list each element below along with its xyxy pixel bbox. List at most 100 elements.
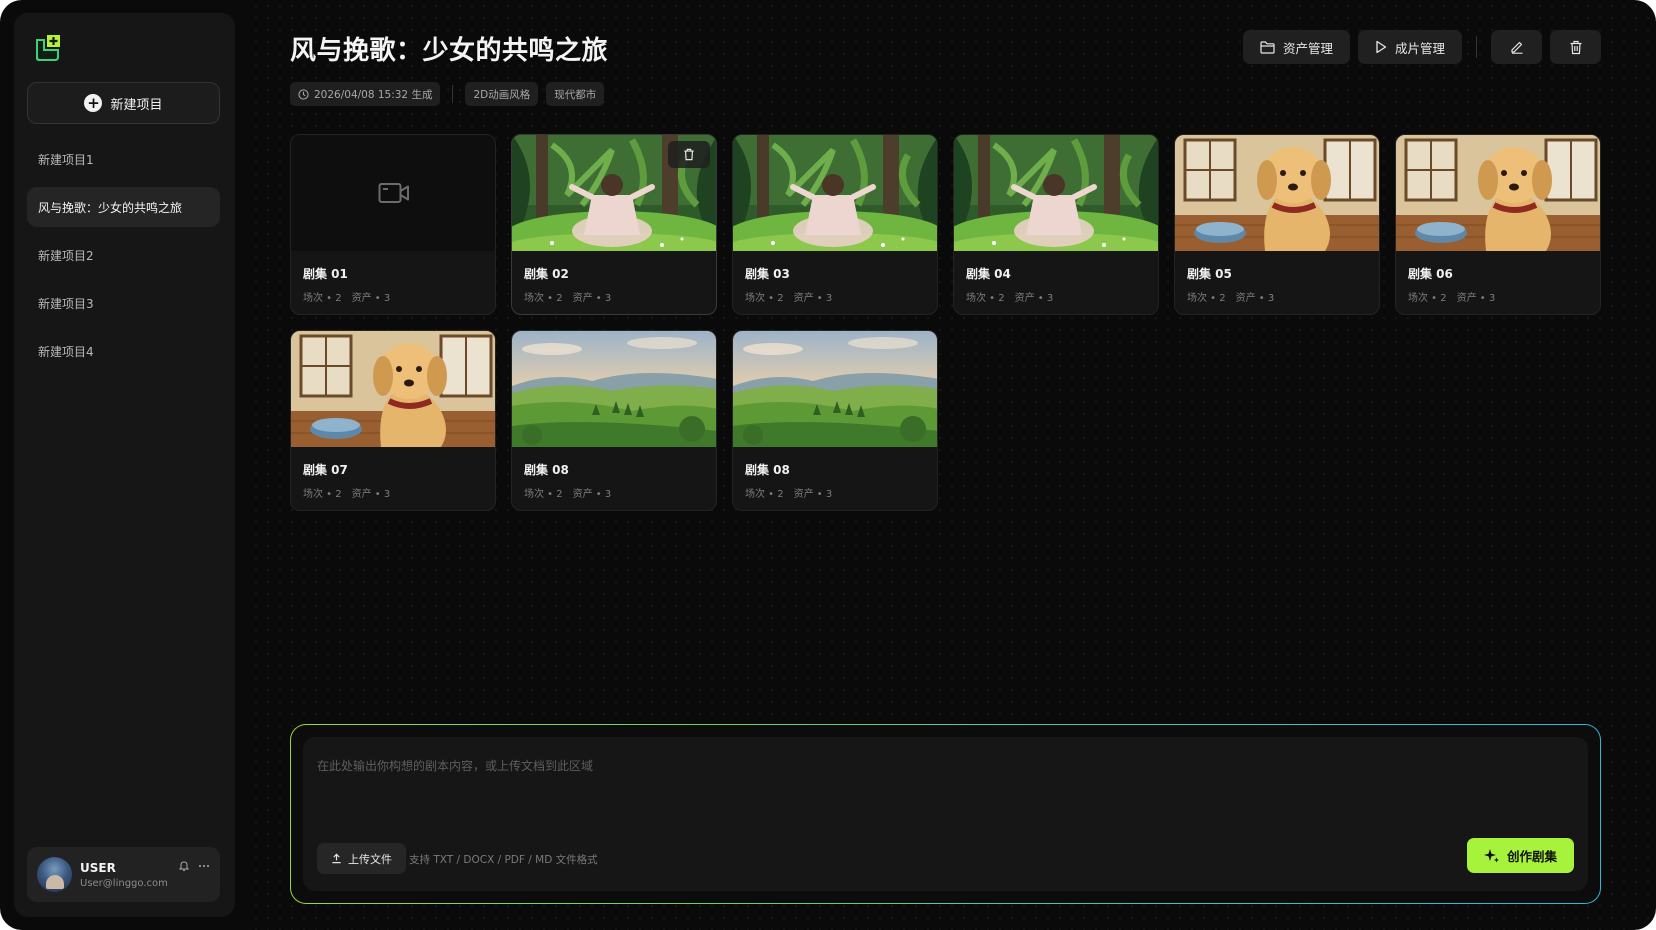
film-management-label: 成片管理 xyxy=(1394,40,1445,56)
film-management-button[interactable]: 成片管理 xyxy=(1357,30,1462,64)
episode-scene-count: 场次 • 2 xyxy=(745,293,784,304)
divider xyxy=(1476,36,1477,58)
upload-file-label: 上传文件 xyxy=(348,852,392,866)
project-item[interactable]: 新建项目3 xyxy=(27,283,220,323)
project-item[interactable]: 新建项目2 xyxy=(27,235,220,275)
project-item[interactable]: 新建项目4 xyxy=(27,331,220,371)
generated-time-badge: 2026/04/08 15:32 生成 xyxy=(290,82,441,106)
create-episode-button[interactable]: 创作剧集 xyxy=(1467,838,1574,873)
episode-scene-count: 场次 • 2 xyxy=(524,293,563,304)
new-project-button[interactable]: + 新建项目 xyxy=(27,82,220,124)
episode-card[interactable]: 剧集 01 场次 • 2 资产 • 3 xyxy=(290,134,496,315)
user-card[interactable]: USER User@linggo.com xyxy=(27,847,220,902)
episode-title: 剧集 08 xyxy=(745,463,790,477)
asset-management-label: 资产管理 xyxy=(1282,40,1333,56)
episode-title: 剧集 03 xyxy=(745,267,790,281)
episode-thumbnail xyxy=(733,331,937,447)
episode-asset-count: 资产 • 3 xyxy=(1014,293,1054,304)
plus-circle-icon: + xyxy=(84,94,103,112)
episode-asset-count: 资产 • 3 xyxy=(1235,293,1275,304)
folder-icon xyxy=(1260,40,1275,54)
project-item[interactable]: 新建项目1 xyxy=(27,139,220,179)
episode-scene-count: 场次 • 2 xyxy=(745,489,784,500)
episode-thumbnail xyxy=(291,135,495,251)
project-meta: 2026/04/08 15:32 生成 2D动画风格 现代都市 xyxy=(290,82,605,106)
trash-icon xyxy=(1570,40,1581,54)
episode-card[interactable]: 剧集 05 场次 • 2 资产 • 3 xyxy=(1174,134,1380,315)
create-episode-label: 创作剧集 xyxy=(1506,849,1557,864)
episode-scene-count: 场次 • 2 xyxy=(1408,293,1447,304)
project-item-label: 新建项目4 xyxy=(38,344,94,359)
script-input[interactable] xyxy=(317,751,1517,781)
avatar xyxy=(37,857,72,892)
episode-card[interactable]: 剧集 04 场次 • 2 资产 • 3 xyxy=(953,134,1159,315)
page-title: 风与挽歌：少女的共鸣之旅 xyxy=(290,36,609,66)
episode-card[interactable]: 剧集 02 场次 • 2 资产 • 3 xyxy=(511,134,717,315)
episode-thumbnail xyxy=(291,331,495,447)
episode-asset-count: 资产 • 3 xyxy=(351,293,391,304)
generated-time: 2026/04/08 15:32 生成 xyxy=(314,88,433,101)
episode-title: 剧集 04 xyxy=(966,267,1011,281)
episode-title: 剧集 08 xyxy=(524,463,569,477)
episode-scene-count: 场次 • 2 xyxy=(303,293,342,304)
episode-card[interactable]: 剧集 03 场次 • 2 资产 • 3 xyxy=(732,134,938,315)
setting-tag-label: 现代都市 xyxy=(554,88,597,101)
style-tag: 2D动画风格 xyxy=(465,82,539,106)
project-item-label: 风与挽歌：少女的共鸣之旅 xyxy=(38,200,183,215)
episode-card[interactable]: 剧集 06 场次 • 2 资产 • 3 xyxy=(1395,134,1601,315)
episode-card[interactable]: 剧集 08 场次 • 2 资产 • 3 xyxy=(732,330,938,511)
episode-scene-count: 场次 • 2 xyxy=(1187,293,1226,304)
project-item-label: 新建项目3 xyxy=(38,296,94,311)
episode-grid: 剧集 01 场次 • 2 资产 • 3 剧集 02 场次 • 2 资产 • 3 xyxy=(290,134,1602,511)
episode-asset-count: 资产 • 3 xyxy=(572,489,612,500)
episode-title: 剧集 06 xyxy=(1408,267,1453,281)
episode-scene-count: 场次 • 2 xyxy=(524,489,563,500)
episode-asset-count: 资产 • 3 xyxy=(793,293,833,304)
upload-icon xyxy=(332,853,341,864)
episode-thumbnail xyxy=(1396,135,1600,251)
episode-thumbnail xyxy=(954,135,1158,251)
upload-format-hint: 支持 TXT / DOCX / PDF / MD 文件格式 xyxy=(409,854,598,866)
episode-title: 剧集 07 xyxy=(303,463,348,477)
header-actions: 资产管理 成片管理 xyxy=(1242,30,1601,64)
episode-card[interactable]: 剧集 08 场次 • 2 资产 • 3 xyxy=(511,330,717,511)
episode-asset-count: 资产 • 3 xyxy=(793,489,833,500)
style-tag-label: 2D动画风格 xyxy=(473,88,531,101)
upload-file-button[interactable]: 上传文件 xyxy=(317,843,406,874)
asset-management-button[interactable]: 资产管理 xyxy=(1242,30,1350,64)
video-placeholder-icon xyxy=(378,183,409,203)
more-icon[interactable] xyxy=(198,860,210,875)
app-window: + 新建项目 新建项目1 风与挽歌：少女的共鸣之旅 新建项目2 新建项目3 新建… xyxy=(0,0,1656,930)
trash-icon xyxy=(684,148,694,161)
episode-asset-count: 资产 • 3 xyxy=(1456,293,1496,304)
project-list: 新建项目1 风与挽歌：少女的共鸣之旅 新建项目2 新建项目3 新建项目4 xyxy=(27,139,220,379)
clock-icon xyxy=(298,88,309,100)
episode-scene-count: 场次 • 2 xyxy=(966,293,1005,304)
episode-asset-count: 资产 • 3 xyxy=(572,293,612,304)
project-item-label: 新建项目1 xyxy=(38,152,94,167)
episode-title: 剧集 02 xyxy=(524,267,569,281)
divider xyxy=(452,85,454,103)
project-item-active[interactable]: 风与挽歌：少女的共鸣之旅 xyxy=(27,187,220,227)
user-name: USER xyxy=(80,860,116,875)
episode-scene-count: 场次 • 2 xyxy=(303,489,342,500)
sparkle-icon xyxy=(1483,848,1499,862)
play-icon xyxy=(1376,40,1387,54)
project-item-label: 新建项目2 xyxy=(38,248,94,263)
episode-title: 剧集 05 xyxy=(1187,267,1232,281)
episode-thumbnail xyxy=(733,135,937,251)
setting-tag: 现代都市 xyxy=(546,82,605,106)
app-logo-icon xyxy=(36,35,60,61)
episode-asset-count: 资产 • 3 xyxy=(351,489,391,500)
sidebar: + 新建项目 新建项目1 风与挽歌：少女的共鸣之旅 新建项目2 新建项目3 新建… xyxy=(14,13,235,917)
pencil-icon xyxy=(1510,41,1522,54)
episode-title: 剧集 01 xyxy=(303,267,348,281)
user-email: User@linggo.com xyxy=(80,877,168,889)
script-composer: 上传文件 支持 TXT / DOCX / PDF / MD 文件格式 创作剧集 xyxy=(290,724,1601,904)
episode-card[interactable]: 剧集 07 场次 • 2 资产 • 3 xyxy=(290,330,496,511)
delete-button[interactable] xyxy=(1550,30,1601,64)
edit-button[interactable] xyxy=(1491,30,1542,64)
bell-icon[interactable] xyxy=(178,860,190,875)
episode-delete-button[interactable] xyxy=(668,141,710,168)
episode-thumbnail xyxy=(512,331,716,447)
